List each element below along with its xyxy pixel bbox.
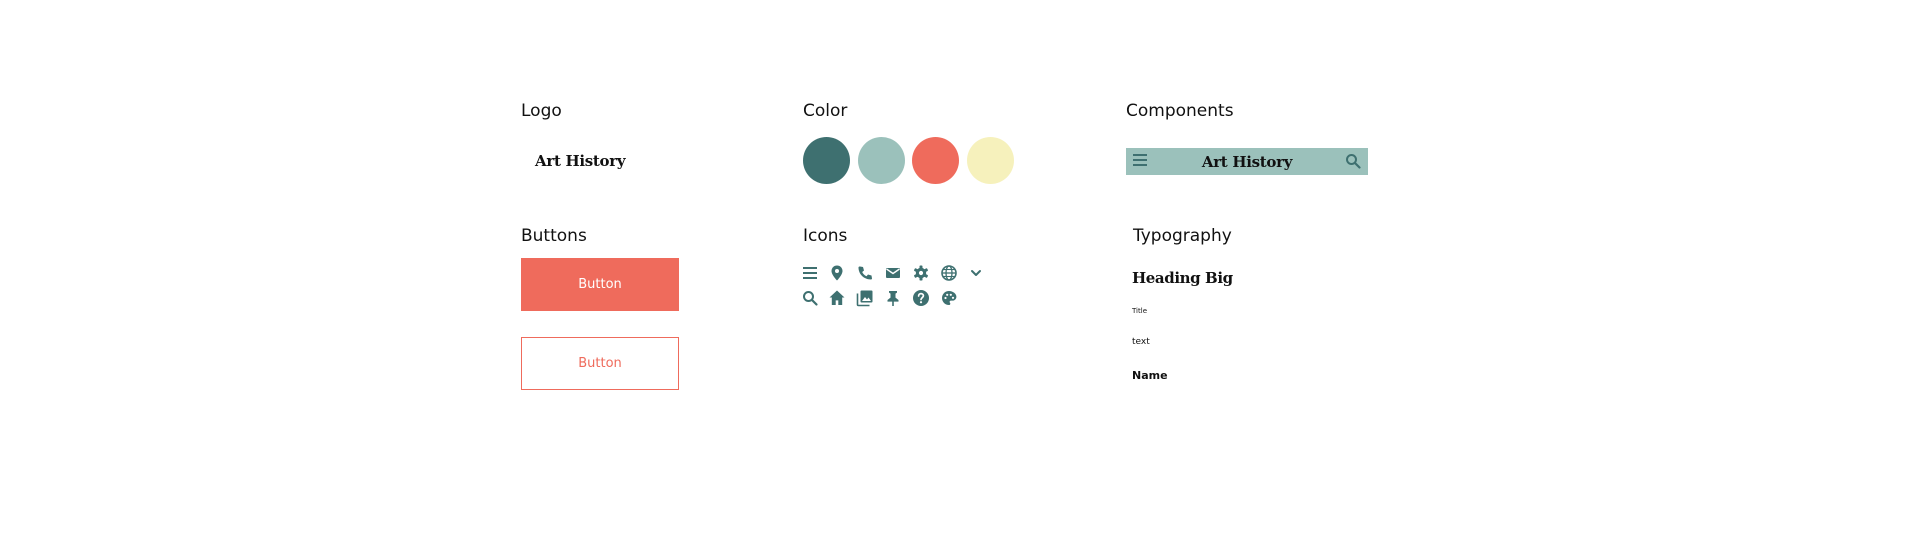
color-section-title: Color	[803, 101, 848, 121]
color-swatch-light-teal	[858, 137, 905, 184]
photos-icon	[856, 289, 874, 307]
components-section-title: Components	[1126, 101, 1234, 121]
location-pin-icon	[828, 264, 846, 282]
secondary-button[interactable]: Button	[521, 337, 679, 390]
home-icon	[828, 289, 846, 307]
search-icon	[801, 289, 819, 307]
typography-name: Name	[1132, 369, 1168, 382]
color-swatch-coral	[912, 137, 959, 184]
help-icon	[912, 289, 930, 307]
icons-section-title: Icons	[803, 226, 848, 246]
component-nav-bar: Art History	[1126, 148, 1368, 175]
palette-icon	[940, 289, 958, 307]
color-swatch-dark-teal	[803, 137, 850, 184]
nav-brand: Art History	[1201, 153, 1293, 171]
globe-icon	[940, 264, 958, 282]
color-swatch-cream	[967, 137, 1014, 184]
phone-icon	[856, 264, 874, 282]
menu-icon	[801, 264, 819, 282]
typography-section-title: Typography	[1133, 226, 1232, 246]
logo-section-title: Logo	[521, 101, 562, 121]
typography-title: Title	[1132, 307, 1148, 315]
gear-icon	[912, 264, 930, 282]
chevron-down-icon	[967, 264, 985, 282]
logo: Art History	[535, 152, 626, 170]
primary-button[interactable]: Button	[521, 258, 679, 311]
typography-text: text	[1132, 337, 1150, 347]
search-icon[interactable]	[1345, 153, 1361, 169]
buttons-section-title: Buttons	[521, 226, 587, 246]
typography-heading-big: Heading Big	[1132, 269, 1233, 287]
mail-icon	[884, 264, 902, 282]
pushpin-icon	[884, 289, 902, 307]
